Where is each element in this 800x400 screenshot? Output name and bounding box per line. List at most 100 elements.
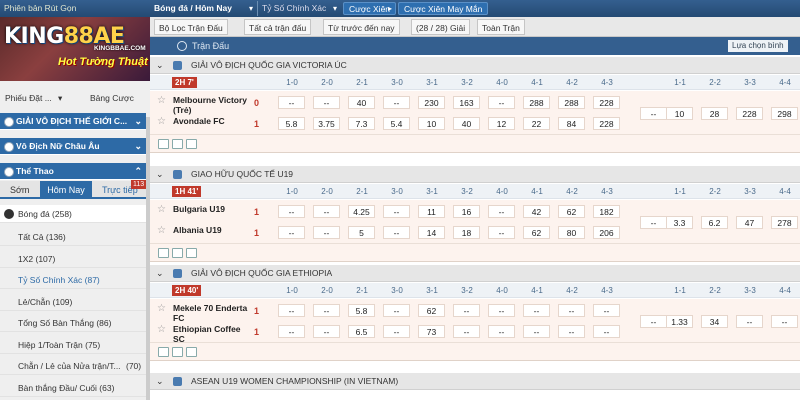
sport-breadcrumb[interactable]: Bóng đá / Hôm Nay — [154, 2, 232, 15]
odds-cell[interactable]: 16 — [453, 205, 480, 218]
chevron-down-icon[interactable]: ⌄ — [156, 265, 164, 282]
odds-cell[interactable]: -- — [278, 205, 305, 218]
league-count[interactable]: (28 / 28) Giải — [411, 19, 471, 35]
odds-cell[interactable]: 5.4 — [383, 117, 410, 130]
odds-cell[interactable]: -- — [488, 325, 515, 338]
odds-cell[interactable]: 40 — [453, 117, 480, 130]
promo-banner[interactable]: KING88AE KINGBBAE.COM Hot Tường Thuật — [0, 17, 150, 81]
chevron-down-icon[interactable]: ▾ — [58, 89, 62, 107]
odds-cell[interactable]: 12 — [488, 117, 515, 130]
sidebar-market-item[interactable]: Hiệp 1/Toàn Trận (75) — [0, 335, 146, 354]
chevron-down-icon[interactable]: ⌄ — [156, 373, 164, 390]
odds-cell[interactable]: -- — [453, 325, 480, 338]
odds-cell[interactable]: -- — [523, 304, 550, 317]
odds-cell[interactable]: -- — [593, 325, 620, 338]
odds-cell[interactable]: -- — [383, 304, 410, 317]
lucky-parlay-button[interactable]: Cược Xiên May Mắn — [398, 2, 489, 15]
draw-odds-cell[interactable]: 1.33 — [666, 315, 693, 328]
odds-cell[interactable]: 62 — [418, 304, 445, 317]
odds-cell[interactable]: 206 — [593, 226, 620, 239]
odds-cell[interactable]: -- — [488, 304, 515, 317]
odds-cell[interactable]: -- — [383, 205, 410, 218]
league-header[interactable]: ⌄ ASEAN U19 WOMEN CHAMPIONSHIP (IN VIETNA… — [150, 373, 800, 390]
odds-cell[interactable]: 10 — [418, 117, 445, 130]
star-icon[interactable]: ☆ — [157, 303, 166, 314]
odds-cell[interactable]: 5.8 — [348, 304, 375, 317]
odds-cell[interactable]: -- — [488, 96, 515, 109]
odds-cell[interactable]: -- — [278, 304, 305, 317]
odds-cell[interactable]: -- — [278, 226, 305, 239]
odds-cell[interactable]: -- — [313, 304, 340, 317]
odds-cell[interactable]: 163 — [453, 96, 480, 109]
tab-early[interactable]: Sớm — [10, 185, 29, 195]
odds-cell[interactable]: 84 — [558, 117, 585, 130]
sidebar-market-item[interactable]: Tỷ Số Chính Xác (87) — [0, 271, 146, 289]
stats-icon[interactable] — [172, 248, 183, 258]
odds-cell[interactable]: 42 — [523, 205, 550, 218]
draw-odds-cell[interactable]: -- — [640, 107, 667, 120]
chevron-down-icon[interactable]: ▾ — [333, 2, 337, 15]
odds-cell[interactable]: 11 — [418, 205, 445, 218]
odds-cell[interactable]: 80 — [558, 226, 585, 239]
sidebar-market-item[interactable]: Lẻ/Chẵn (109) — [0, 292, 146, 311]
odds-cell[interactable]: -- — [313, 205, 340, 218]
chevron-down-icon[interactable]: ⌄ — [156, 166, 164, 183]
draw-odds-cell[interactable]: 3.3 — [666, 216, 693, 229]
odds-cell[interactable]: 228 — [593, 117, 620, 130]
odds-cell[interactable]: 230 — [418, 96, 445, 109]
draw-odds-cell[interactable]: 228 — [736, 107, 763, 120]
period-select[interactable]: Toàn Trận — [477, 19, 525, 35]
odds-cell[interactable]: 5.8 — [278, 117, 305, 130]
odds-cell[interactable]: -- — [488, 205, 515, 218]
star-icon[interactable] — [158, 347, 169, 357]
odds-cell[interactable]: -- — [383, 325, 410, 338]
tab-bet-list[interactable]: Bảng Cược — [90, 89, 134, 107]
sidebar-market-item[interactable]: Tổng Số Bàn Thắng (86) — [0, 314, 146, 332]
odds-cell[interactable]: -- — [558, 325, 585, 338]
odds-cell[interactable]: 40 — [348, 96, 375, 109]
live-tracker-icon[interactable] — [186, 248, 197, 258]
bettype-select[interactable]: Tỷ Số Chính Xác — [262, 2, 326, 15]
odds-cell[interactable]: 288 — [523, 96, 550, 109]
star-icon[interactable]: ☆ — [157, 225, 166, 236]
odds-cell[interactable]: 3.75 — [313, 117, 340, 130]
chevron-down-icon[interactable]: ⌄ — [156, 57, 164, 74]
draw-odds-cell[interactable]: -- — [640, 216, 667, 229]
odds-cell[interactable]: -- — [383, 226, 410, 239]
draw-odds-cell[interactable]: 47 — [736, 216, 763, 229]
odds-cell[interactable]: -- — [313, 96, 340, 109]
league-header[interactable]: ⌄ GIẢI VÔ ĐỊCH QUỐC GIA VICTORIA ÚC — [150, 57, 800, 74]
live-tracker-icon[interactable] — [186, 139, 197, 149]
odds-cell[interactable]: 14 — [418, 226, 445, 239]
live-tracker-icon[interactable] — [186, 347, 197, 357]
odds-cell[interactable]: 62 — [558, 205, 585, 218]
odds-cell[interactable]: -- — [313, 226, 340, 239]
sidebar-women-euro[interactable]: Vô Địch Nữ Châu Âu ⌄ — [0, 138, 146, 155]
draw-odds-cell[interactable]: 6.2 — [701, 216, 728, 229]
odds-cell[interactable]: 18 — [453, 226, 480, 239]
draw-odds-cell[interactable]: -- — [771, 315, 798, 328]
league-header[interactable]: ⌄ GIAO HỮU QUỐC TẾ U19 — [150, 166, 800, 183]
league-filter[interactable]: Bộ Lọc Trận Đấu — [154, 19, 228, 35]
sport-soccer[interactable]: Bóng đá (258) — [0, 205, 146, 223]
sidebar-market-item[interactable]: Bàn thắng Đầu/ Cuối (63) — [0, 378, 146, 397]
odds-cell[interactable]: -- — [383, 96, 410, 109]
chevron-down-icon[interactable]: ▾ — [249, 2, 253, 15]
sidebar-market-item[interactable]: 1X2 (107) — [0, 249, 146, 268]
star-icon[interactable]: ☆ — [157, 324, 166, 335]
draw-odds-cell[interactable]: 10 — [666, 107, 693, 120]
odds-cell[interactable]: -- — [313, 325, 340, 338]
odds-cell[interactable]: -- — [558, 304, 585, 317]
odds-cell[interactable]: -- — [488, 226, 515, 239]
odds-cell[interactable]: -- — [453, 304, 480, 317]
select-button[interactable]: Lựa chọn bình — [728, 40, 788, 52]
odds-cell[interactable]: 4.25 — [348, 205, 375, 218]
star-icon[interactable]: ☆ — [157, 95, 166, 106]
odds-cell[interactable]: -- — [593, 304, 620, 317]
star-icon[interactable]: ☆ — [157, 204, 166, 215]
tab-bet-slip[interactable]: Phiếu Đặt ... — [5, 89, 52, 107]
odds-cell[interactable]: -- — [278, 96, 305, 109]
stats-icon[interactable] — [172, 347, 183, 357]
stats-icon[interactable] — [172, 139, 183, 149]
draw-odds-cell[interactable]: 28 — [701, 107, 728, 120]
